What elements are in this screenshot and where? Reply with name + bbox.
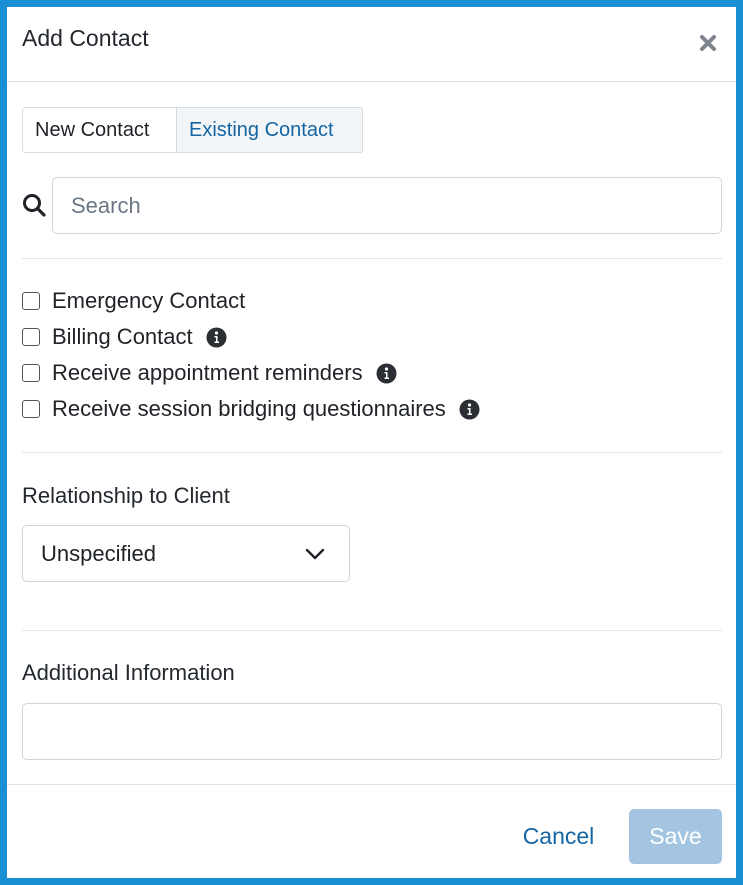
relationship-selected-value: Unspecified — [41, 541, 156, 566]
divider — [22, 258, 722, 259]
dialog-title: Add Contact — [22, 25, 149, 51]
footer-divider — [7, 784, 736, 785]
search-icon — [23, 194, 46, 217]
relationship-select[interactable]: Unspecified — [22, 525, 350, 582]
divider — [22, 630, 722, 631]
appointment-reminders-label: Receive appointment reminders — [52, 360, 363, 385]
divider — [22, 452, 722, 453]
appointment-reminders-checkbox[interactable] — [22, 364, 40, 382]
bridging-questionnaires-label: Receive session bridging questionnaires — [52, 396, 446, 421]
tab-new-contact[interactable]: New Contact — [23, 108, 176, 152]
billing-contact-label: Billing Contact — [52, 324, 193, 349]
info-icon[interactable] — [206, 327, 227, 348]
chevron-down-icon — [305, 548, 325, 560]
billing-contact-option[interactable]: Billing Contact — [22, 323, 227, 351]
bridging-questionnaires-option[interactable]: Receive session bridging questionnaires — [22, 395, 480, 423]
add-contact-dialog: Add Contact New Contact Existing Contact… — [7, 7, 736, 878]
additional-info-input[interactable] — [22, 703, 722, 760]
emergency-contact-label: Emergency Contact — [52, 288, 246, 313]
search-input[interactable] — [52, 177, 722, 234]
bridging-questionnaires-checkbox[interactable] — [22, 400, 40, 418]
close-icon[interactable] — [696, 31, 720, 55]
billing-contact-checkbox[interactable] — [22, 328, 40, 346]
tab-existing-contact[interactable]: Existing Contact — [176, 108, 362, 152]
info-icon[interactable] — [376, 363, 397, 384]
contact-type-tabs: New Contact Existing Contact — [22, 107, 363, 153]
emergency-contact-checkbox[interactable] — [22, 292, 40, 310]
appointment-reminders-option[interactable]: Receive appointment reminders — [22, 359, 397, 387]
emergency-contact-option[interactable]: Emergency Contact — [22, 287, 245, 315]
save-button[interactable]: Save — [629, 809, 722, 864]
dialog-header: Add Contact — [7, 7, 736, 82]
relationship-label: Relationship to Client — [22, 483, 230, 508]
info-icon[interactable] — [459, 399, 480, 420]
cancel-button[interactable]: Cancel — [507, 809, 610, 864]
additional-info-label: Additional Information — [22, 660, 235, 685]
